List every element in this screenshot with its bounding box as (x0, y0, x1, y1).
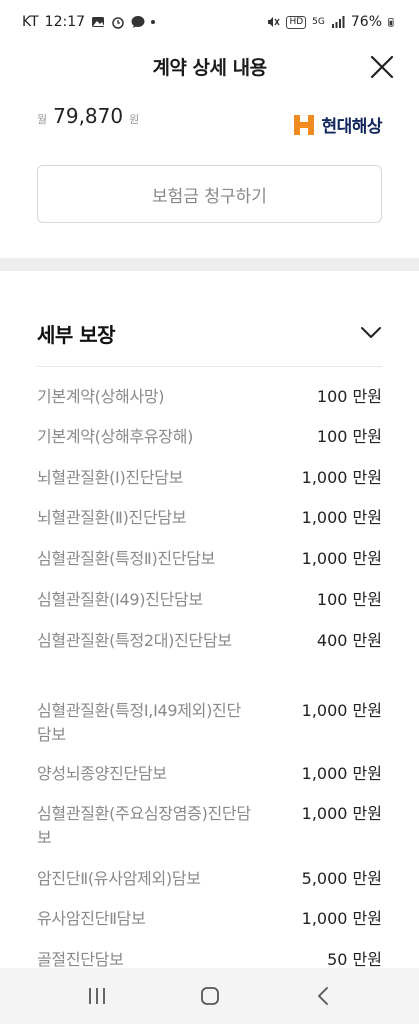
premium-prefix: 월 (37, 113, 48, 126)
coverage-name: 심혈관질환(특정Ⅰ,I49제외)진단담보 (37, 701, 241, 744)
chevron-down-icon[interactable] (360, 321, 382, 343)
coverage-details-header[interactable]: 세부 보장 (37, 319, 382, 367)
claim-button[interactable]: 보험금 청구하기 (37, 165, 382, 223)
coverage-amount: 1,000 만원 (301, 764, 382, 783)
coverage-amount: 100 만원 (316, 427, 382, 446)
coverage-name: 심혈관질환(특정2대)진단담보 (37, 631, 232, 650)
alarm-icon (112, 17, 124, 29)
premium-suffix: 원 (129, 113, 140, 126)
coverage-name: 뇌혈관질환(Ⅱ)진단담보 (37, 508, 187, 527)
coverage-amount: 1,000 만원 (301, 909, 382, 928)
coverage-name: 양성뇌종양진단담보 (37, 764, 167, 783)
coverage-name: 기본계약(상해사망) (37, 387, 165, 406)
monthly-premium: 월 79,870 원 (37, 104, 139, 128)
coverage-name: 뇌혈관질환(Ⅰ)진단담보 (37, 468, 184, 487)
coverage-amount: 1,000 만원 (301, 468, 382, 487)
insurer-logo-icon (294, 114, 315, 135)
mute-icon (268, 17, 281, 27)
battery-icon (388, 18, 394, 27)
coverage-name: 암진단Ⅱ(유사암제외)담보 (37, 869, 201, 888)
coverage-name: 심혈관질환(특정Ⅱ)진단담보 (37, 549, 216, 568)
coverage-name: 유사암진단Ⅱ담보 (37, 909, 146, 928)
carrier-label: KT (22, 14, 39, 30)
coverage-amount: 1,000 만원 (301, 508, 382, 527)
signal-icon (331, 16, 345, 28)
network-type: 5G (312, 16, 325, 27)
coverage-name: 심혈관질환(주요심장염증)진단담보 (37, 804, 251, 847)
coverage-amount: 5,000 만원 (301, 869, 382, 888)
premium-amount: 79,870 (53, 104, 124, 128)
contract-summary: 월 79,870 원 현대해상 보험금 청구하기 (0, 96, 419, 256)
back-button[interactable] (303, 976, 343, 1016)
battery-level: 76% (350, 14, 382, 30)
close-icon[interactable] (369, 54, 395, 80)
notification-dot (151, 20, 156, 24)
recent-apps-button[interactable] (77, 976, 117, 1016)
coverage-details-title: 세부 보장 (37, 323, 116, 347)
page-title: 계약 상세 내용 (152, 57, 267, 79)
system-nav-bar (0, 968, 419, 1024)
section-divider (0, 258, 419, 271)
coverage-amount: 1,000 만원 (301, 701, 382, 720)
clock: 12:17 (44, 14, 86, 30)
status-bar: KT 12:17 HD 5G 76% (0, 0, 419, 44)
talk-icon (131, 16, 145, 28)
back-icon (317, 987, 328, 1005)
header: 계약 상세 내용 (0, 44, 419, 90)
insurer-brand: 현대해상 (293, 112, 382, 137)
coverage-name: 기본계약(상해후유장해) (37, 427, 194, 446)
home-icon (200, 987, 219, 1005)
hd-icon: HD (286, 15, 307, 29)
coverage-amount: 1,000 만원 (301, 549, 382, 568)
coverage-amount: 100 만원 (316, 590, 382, 609)
insurer-name: 현대해상 (321, 117, 382, 137)
gallery-icon (92, 17, 105, 27)
coverage-amount: 1,000 만원 (301, 804, 382, 823)
coverage-amount: 400 만원 (316, 631, 382, 650)
coverage-amount: 100 만원 (316, 387, 382, 406)
recent-apps-icon (88, 988, 105, 1004)
home-button[interactable] (190, 976, 230, 1016)
coverage-name: 심혈관질환(I49)진단담보 (37, 590, 203, 609)
